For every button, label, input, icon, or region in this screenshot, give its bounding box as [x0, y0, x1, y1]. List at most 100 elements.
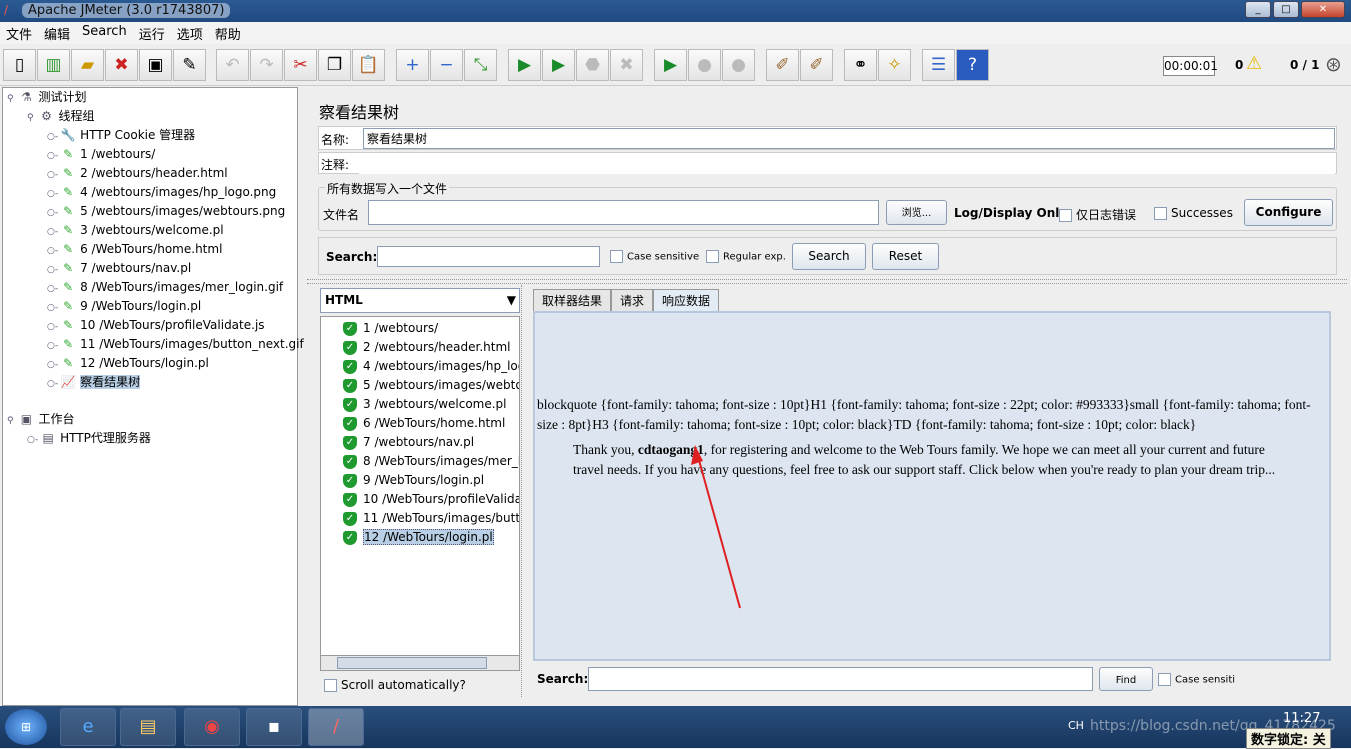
templates-icon[interactable]: ▥	[37, 49, 70, 81]
menu-search[interactable]: Search	[76, 22, 133, 44]
expand-icon[interactable]: +	[396, 49, 429, 81]
tree-toggle-icon[interactable]: ○-	[47, 265, 58, 275]
comment-input[interactable]	[359, 153, 1335, 174]
split-divider[interactable]	[307, 279, 1347, 284]
explorer-taskbar-icon[interactable]: ▤	[120, 708, 176, 746]
tab-sampler-result[interactable]: 取样器结果	[533, 289, 612, 312]
start-button[interactable]: ⊞	[5, 709, 47, 745]
tree-toggle-icon[interactable]: ⚲	[7, 416, 16, 426]
tree-node[interactable]: ○- ✎ 3 /webtours/welcome.pl	[47, 221, 224, 240]
name-input[interactable]	[363, 128, 1335, 149]
stop-icon[interactable]: ⬣	[576, 49, 609, 81]
reset-search-broom-icon[interactable]: ✧	[878, 49, 911, 81]
tree-toggle-icon[interactable]: ○-	[47, 246, 58, 256]
toggle-icon[interactable]: ⤡	[464, 49, 497, 81]
menu-options[interactable]: 选项	[171, 22, 209, 44]
result-item[interactable]: ✓ 6 /WebTours/home.html	[321, 414, 505, 433]
open-icon[interactable]: ▰	[71, 49, 104, 81]
result-item[interactable]: ✓ 3 /webtours/welcome.pl	[321, 395, 507, 414]
close-button[interactable]: ✕	[1301, 1, 1345, 18]
search-button[interactable]: Search	[792, 243, 866, 270]
redo-icon[interactable]: ↷	[250, 49, 283, 81]
tree-node[interactable]: ○- ✎ 8 /WebTours/images/mer_login.gif	[47, 278, 283, 297]
tree-node[interactable]: ⚲ ⚗ 测试计划	[7, 88, 86, 107]
collapse-icon[interactable]: −	[430, 49, 463, 81]
tree-toggle-icon[interactable]: ○-	[27, 435, 38, 445]
paste-icon[interactable]: 📋	[352, 49, 385, 81]
tree-toggle-icon[interactable]: ○-	[47, 322, 58, 332]
result-item[interactable]: ✓ 12 /WebTours/login.pl	[321, 528, 494, 547]
tree-node[interactable]: ⚲ ⚙ 线程组	[27, 107, 94, 126]
shutdown-icon[interactable]: ✖	[610, 49, 643, 81]
result-item[interactable]: ✓ 11 /WebTours/images/button_next.gif	[321, 509, 519, 528]
tree-toggle-icon[interactable]: ○-	[47, 303, 58, 313]
tree-node[interactable]: ○- ✎ 1 /webtours/	[47, 145, 155, 164]
regex-checkbox[interactable]: Regular exp.	[706, 250, 786, 263]
tree-node[interactable]: ○- ✎ 9 /WebTours/login.pl	[47, 297, 201, 316]
tab-response-data[interactable]: 响应数据	[653, 289, 720, 312]
result-item[interactable]: ✓ 7 /webtours/nav.pl	[321, 433, 474, 452]
start-no-pause-icon[interactable]: ▶	[542, 49, 575, 81]
search-input[interactable]	[377, 246, 600, 267]
configure-button[interactable]: Configure	[1244, 199, 1333, 226]
search-binoculars-icon[interactable]: ⚭	[844, 49, 877, 81]
new-icon[interactable]: ▯	[3, 49, 36, 81]
clear-icon[interactable]: ✐	[766, 49, 799, 81]
input-language[interactable]: CH	[1068, 719, 1084, 732]
tree-node[interactable]: ○- ✎ 12 /WebTours/login.pl	[47, 354, 209, 373]
tree-node[interactable]: ○- ✎ 7 /webtours/nav.pl	[47, 259, 191, 278]
renderer-select[interactable]: HTML ▼	[320, 288, 520, 313]
tree-toggle-icon[interactable]: ○-	[47, 284, 58, 294]
start-icon[interactable]: ▶	[508, 49, 541, 81]
tree-node[interactable]: ○- 🔧 HTTP Cookie 管理器	[47, 126, 195, 145]
result-item[interactable]: ✓ 2 /webtours/header.html	[321, 338, 511, 357]
minimize-button[interactable]: _	[1245, 1, 1271, 18]
save-as-icon[interactable]: ✎	[173, 49, 206, 81]
tree-toggle-icon[interactable]: ○-	[47, 170, 58, 180]
menu-file[interactable]: 文件	[0, 22, 38, 44]
vertical-divider[interactable]	[521, 285, 529, 697]
menu-run[interactable]: 运行	[133, 22, 171, 44]
result-item[interactable]: ✓ 5 /webtours/images/webtours.png	[321, 376, 519, 395]
tree-toggle-icon[interactable]: ○-	[47, 189, 58, 199]
tree-toggle-icon[interactable]: ○-	[47, 132, 58, 142]
undo-icon[interactable]: ↶	[216, 49, 249, 81]
result-item[interactable]: ✓ 8 /WebTours/images/mer_login.gif	[321, 452, 519, 471]
jmeter-taskbar-icon[interactable]: /	[308, 708, 364, 746]
find-input[interactable]	[588, 667, 1093, 691]
filename-input[interactable]	[368, 200, 879, 225]
successes-checkbox[interactable]: Successes	[1154, 206, 1233, 220]
tree-toggle-icon[interactable]: ○-	[47, 379, 58, 389]
tree-node[interactable]: ○- ✎ 11 /WebTours/images/button_next.gif	[47, 335, 304, 354]
menu-help[interactable]: 帮助	[209, 22, 247, 44]
remote-shutdown-icon[interactable]: ●	[722, 49, 755, 81]
clear-all-icon[interactable]: ✐	[800, 49, 833, 81]
tree-toggle-icon[interactable]: ○-	[47, 341, 58, 351]
remote-stop-icon[interactable]: ●	[688, 49, 721, 81]
maximize-button[interactable]: □	[1273, 1, 1299, 18]
save-icon[interactable]: ▣	[139, 49, 172, 81]
tree-node[interactable]: ○- ✎ 2 /webtours/header.html	[47, 164, 228, 183]
result-item[interactable]: ✓ 1 /webtours/	[321, 319, 438, 338]
result-item[interactable]: ✓ 4 /webtours/images/hp_logo.png	[321, 357, 519, 376]
cut-icon[interactable]: ✂	[284, 49, 317, 81]
result-item[interactable]: ✓ 10 /WebTours/profileValidate.js	[321, 490, 519, 509]
reset-button[interactable]: Reset	[872, 243, 939, 270]
tree-toggle-icon[interactable]: ⚲	[7, 94, 16, 104]
tree-toggle-icon[interactable]: ○-	[47, 360, 58, 370]
tab-request[interactable]: 请求	[611, 289, 654, 312]
chrome-taskbar-icon[interactable]: ◉	[184, 708, 240, 746]
browse-button[interactable]: 浏览...	[886, 200, 947, 225]
tree-node[interactable]: ○- ✎ 4 /webtours/images/hp_logo.png	[47, 183, 276, 202]
close-file-icon[interactable]: ✖	[105, 49, 138, 81]
case-sensitive-checkbox[interactable]: Case sensitive	[610, 250, 699, 263]
tree-node[interactable]: ⚲ ▣ 工作台	[7, 410, 74, 429]
function-helper-icon[interactable]: ☰	[922, 49, 955, 81]
tree-node[interactable]: ○- 📈 察看结果树	[47, 373, 141, 392]
tree-toggle-icon[interactable]: ○-	[47, 208, 58, 218]
tree-toggle-icon[interactable]: ○-	[47, 227, 58, 237]
tree-toggle-icon[interactable]: ○-	[47, 151, 58, 161]
scroll-auto-checkbox[interactable]: Scroll automatically?	[324, 678, 466, 692]
cmd-taskbar-icon[interactable]: ▪	[246, 708, 302, 746]
tree-node[interactable]: ○- ✎ 5 /webtours/images/webtours.png	[47, 202, 285, 221]
